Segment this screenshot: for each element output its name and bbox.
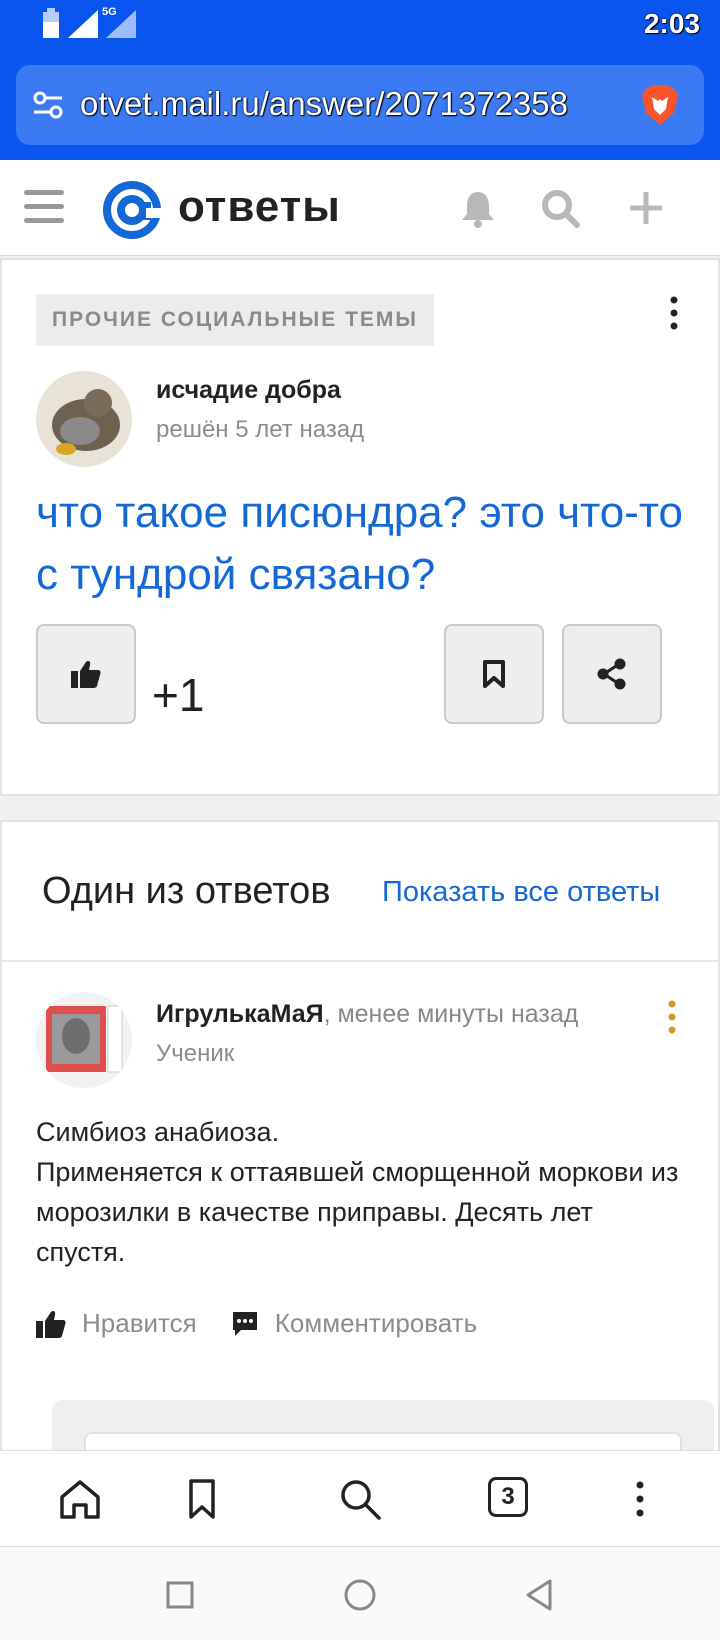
signal-5g-icon: 5G <box>102 6 136 38</box>
url-text[interactable]: otvet.mail.ru/answer/2071372358 <box>80 85 568 123</box>
site-logo-text[interactable]: ответы <box>178 182 341 232</box>
browser-bottom-bar: 3 <box>0 1450 720 1546</box>
answer-author-line: ИгрулькаМаЯ, менее минуты назад <box>156 1000 578 1029</box>
system-nav-bar <box>0 1546 720 1640</box>
signal-icon <box>68 10 98 38</box>
answers-heading: Один из ответов <box>42 870 331 912</box>
question-status: решён 5 лет назад <box>156 416 365 443</box>
thumbs-up-icon <box>36 1310 66 1338</box>
question-card: ПРОЧИЕ СОЦИАЛЬНЫЕ ТЕМЫ исчадие добра реш… <box>0 258 720 796</box>
question-title: что такое писюндра? это что-то с тундрой… <box>36 488 684 599</box>
site-settings-icon[interactable] <box>32 89 64 121</box>
bookmark-button[interactable] <box>444 624 544 724</box>
answer-text-line: Применяется к оттаявшей сморщенной морко… <box>36 1157 679 1267</box>
like-count: +1 <box>152 669 205 721</box>
clock: 2:03 <box>643 8 700 39</box>
answer-like-label: Нравится <box>82 1308 197 1338</box>
brave-shield-icon[interactable] <box>636 81 684 129</box>
answer-actions: Нравится Комментировать <box>36 1308 511 1339</box>
bell-icon[interactable] <box>458 188 498 228</box>
menu-icon[interactable] <box>24 190 64 226</box>
answers-card: Один из ответов Показать все ответы Игру… <box>0 820 720 1472</box>
answer-like-button[interactable]: Нравится <box>36 1308 197 1339</box>
comment-icon <box>232 1311 257 1336</box>
site-header: ответы <box>0 160 720 256</box>
category-badge[interactable]: ПРОЧИЕ СОЦИАЛЬНЫЕ ТЕМЫ <box>36 294 434 346</box>
more-options-icon[interactable] <box>670 296 678 330</box>
share-button[interactable] <box>562 624 662 724</box>
bookmarks-icon[interactable] <box>180 1477 224 1521</box>
answer-text-line: Симбиоз анабиоза. <box>36 1117 280 1147</box>
status-bar: 5G 2:03 <box>0 0 720 52</box>
answer-comment-label: Комментировать <box>274 1308 478 1338</box>
battery-icon <box>43 8 59 38</box>
home-circle-icon[interactable] <box>342 1577 378 1613</box>
answer-author-name[interactable]: ИгрулькаМаЯ <box>156 1000 324 1028</box>
network-label: 5G <box>102 6 117 18</box>
more-menu-icon[interactable] <box>618 1477 662 1521</box>
recents-icon[interactable] <box>162 1577 198 1613</box>
search-icon[interactable] <box>540 188 580 228</box>
plus-icon[interactable] <box>626 188 666 228</box>
tabs-count-button[interactable]: 3 <box>488 1477 528 1517</box>
search-icon[interactable] <box>338 1477 382 1521</box>
answer-author-avatar[interactable] <box>36 992 132 1088</box>
author-avatar[interactable] <box>36 371 132 467</box>
mail-at-logo-icon[interactable] <box>102 180 162 240</box>
browser-toolbar: otvet.mail.ru/answer/2071372358 <box>0 52 720 160</box>
show-all-answers-link[interactable]: Показать все ответы <box>382 876 660 909</box>
home-icon[interactable] <box>58 1477 102 1521</box>
thumbs-up-icon <box>71 661 101 688</box>
like-button[interactable] <box>36 624 136 724</box>
answer-text: Симбиоз анабиоза. Применяется к оттаявше… <box>36 1112 686 1272</box>
author-name[interactable]: исчадие добра <box>156 376 341 405</box>
answer-comment-button[interactable]: Комментировать <box>231 1308 477 1339</box>
back-icon[interactable] <box>522 1577 558 1613</box>
answer-more-options-icon[interactable] <box>668 1000 676 1034</box>
answer-author-rank: Ученик <box>156 1040 235 1067</box>
divider <box>2 960 718 962</box>
address-bar[interactable]: otvet.mail.ru/answer/2071372358 <box>16 65 704 145</box>
bookmark-icon <box>483 660 505 688</box>
answer-time: , менее минуты назад <box>323 1000 579 1028</box>
share-icon <box>597 658 626 690</box>
